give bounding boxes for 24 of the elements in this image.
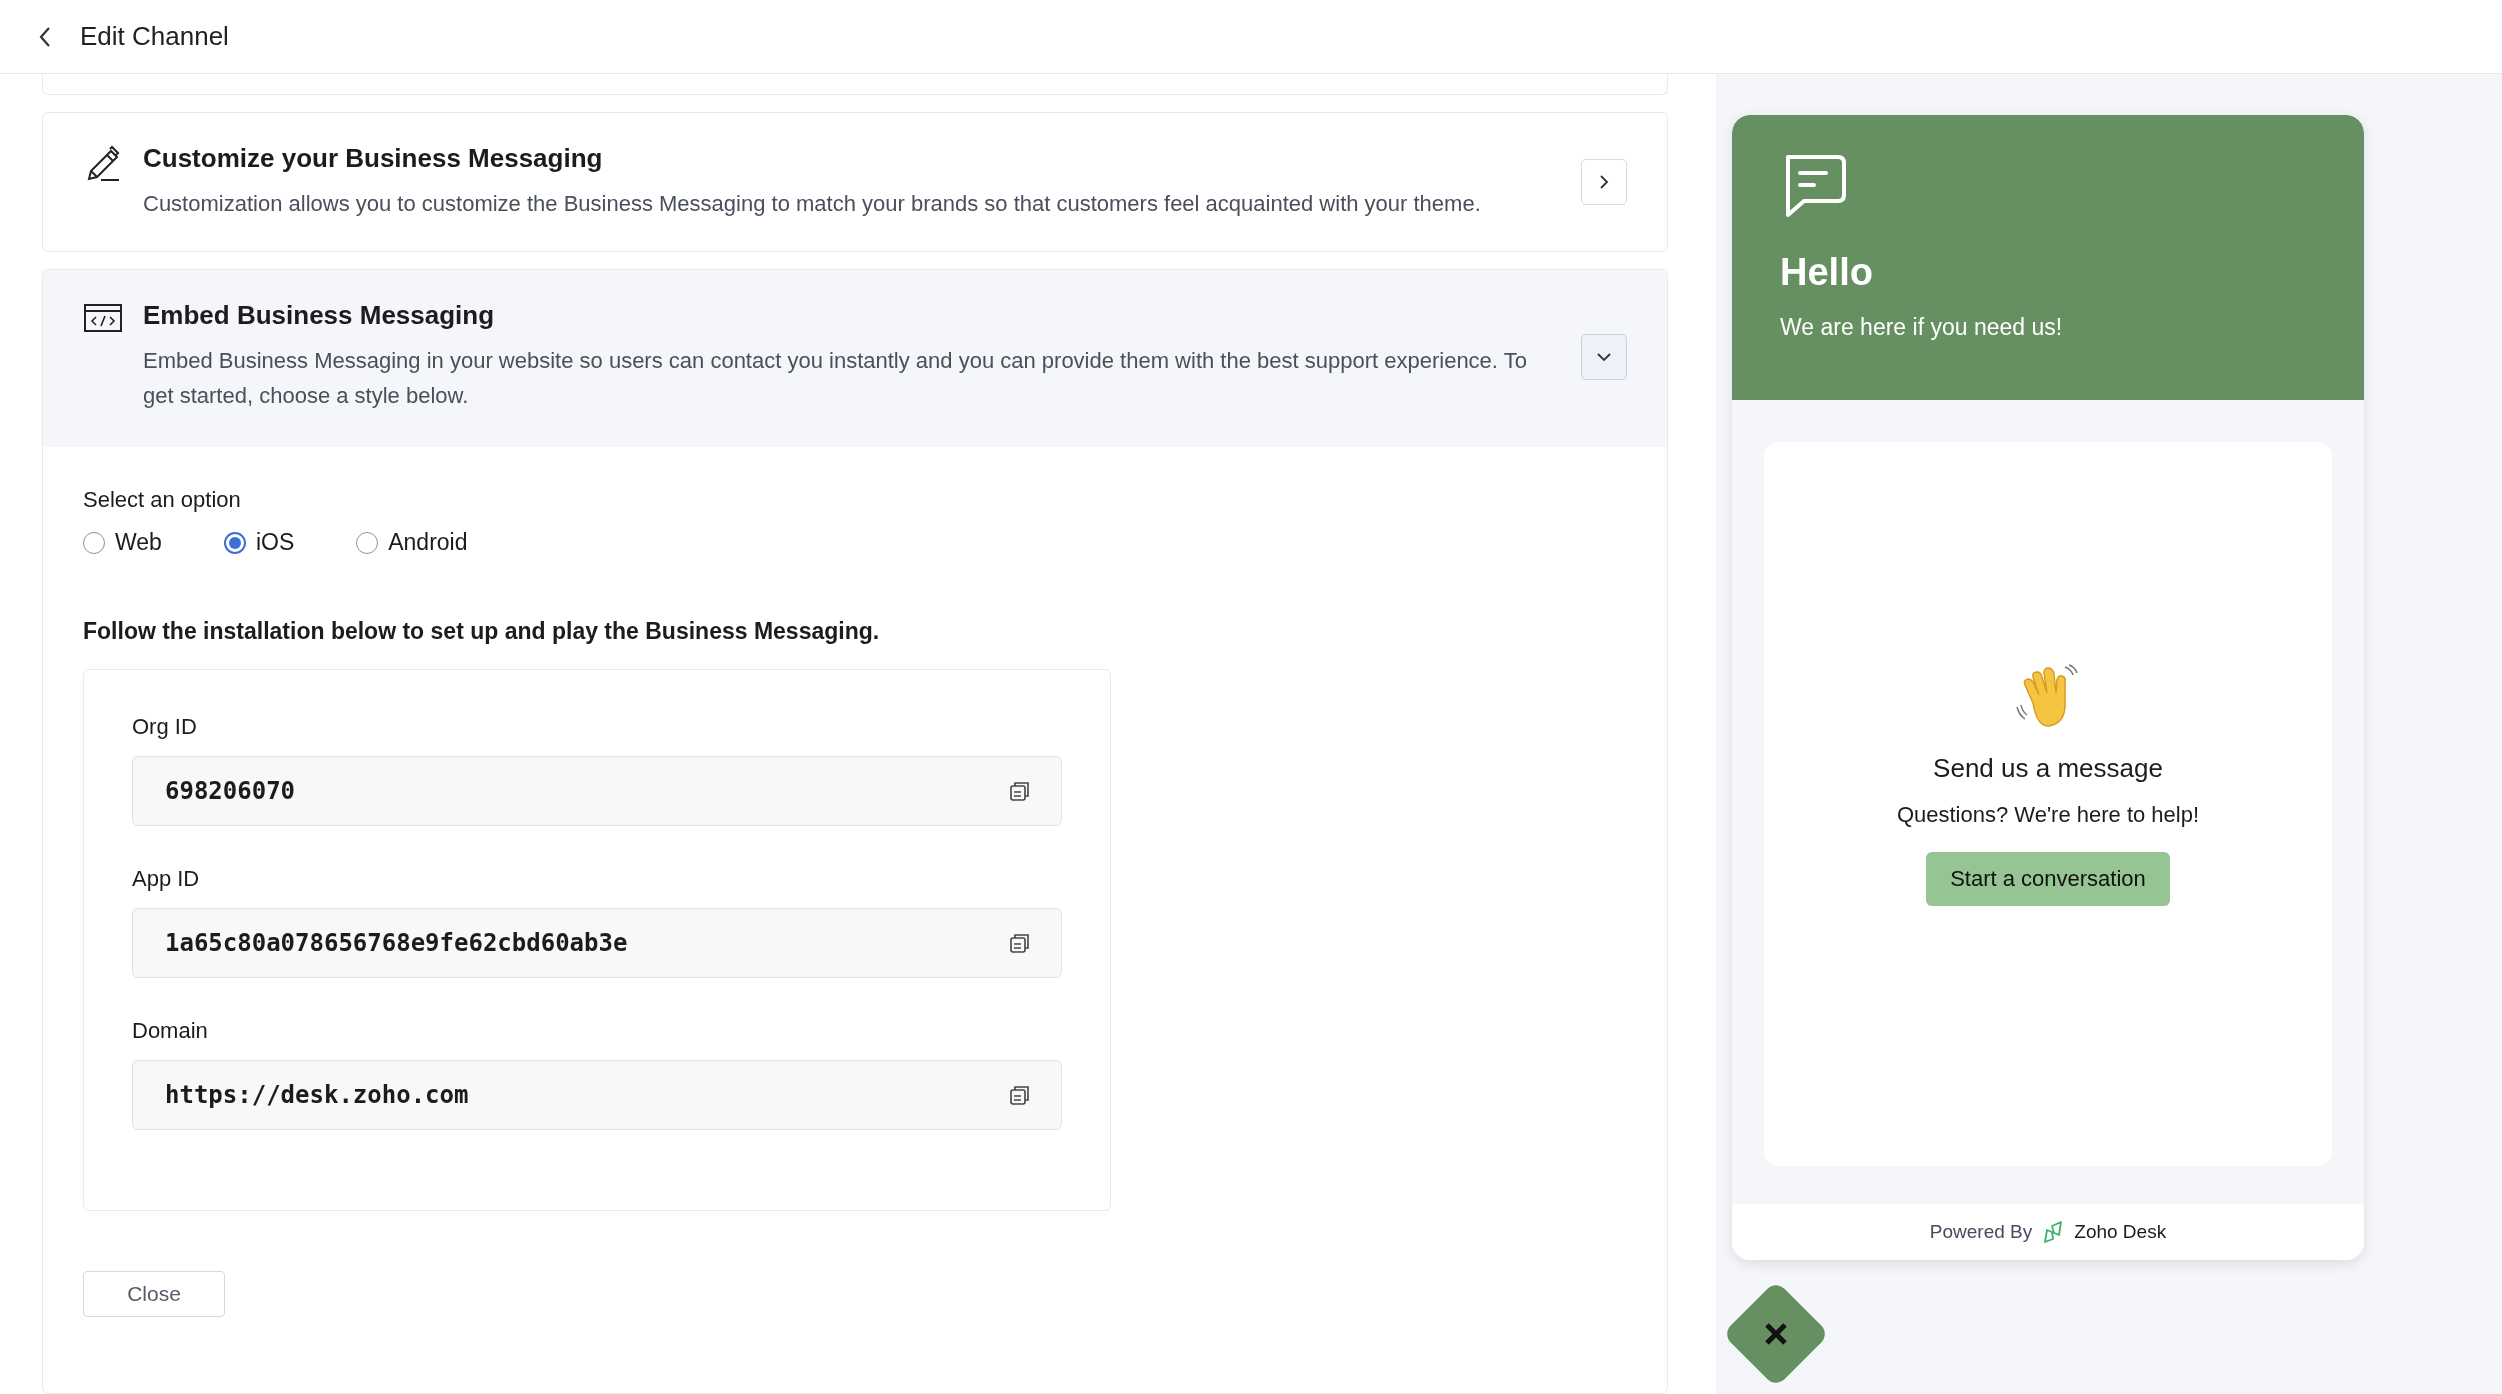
- start-conversation-button[interactable]: Start a conversation: [1926, 851, 2170, 906]
- powered-by-text: Powered By: [1929, 1221, 2033, 1243]
- readonly-field[interactable]: 698206070: [132, 756, 1062, 826]
- page-title: Edit Channel: [80, 21, 229, 52]
- section-title: Embed Business Messaging: [143, 300, 496, 331]
- platform-radio[interactable]: Android: [356, 529, 468, 556]
- greeting-subtitle: We are here if you need us!: [1780, 314, 2063, 341]
- field-label: Domain: [132, 1018, 209, 1044]
- section-description: Customization allows you to customize the Business Messaging to match your brands so that customers feel acquainted with your theme.: [143, 190, 1482, 218]
- platform-radio[interactable]: iOS: [223, 529, 295, 556]
- message-title: Send us a message: [1933, 752, 2163, 784]
- readonly-field[interactable]: 1a65c80a078656768e9fe62cbd60ab3e: [132, 908, 1062, 978]
- readonly-field[interactable]: https://desk.zoho.com: [132, 1060, 1062, 1130]
- close-button[interactable]: Close: [83, 1271, 225, 1317]
- brand-name: Zoho Desk: [2074, 1221, 2167, 1243]
- platform-radio[interactable]: Web: [83, 529, 162, 556]
- option-label: Select an option: [83, 487, 242, 513]
- section-title: Customize your Business Messaging: [143, 143, 604, 174]
- instructions-text: Follow the installation below to set up and play the Business Messaging.: [83, 618, 881, 645]
- greeting-title: Hello: [1780, 251, 1873, 294]
- section-description: Embed Business Messaging in your website so users can contact you instantly and you can provide them with the best support experience. To get started, choose a style below.: [143, 347, 1528, 410]
- field-label: App ID: [132, 866, 201, 892]
- field-label: Org ID: [132, 714, 198, 740]
- message-text: Questions? We're here to help!: [1896, 801, 2200, 828]
